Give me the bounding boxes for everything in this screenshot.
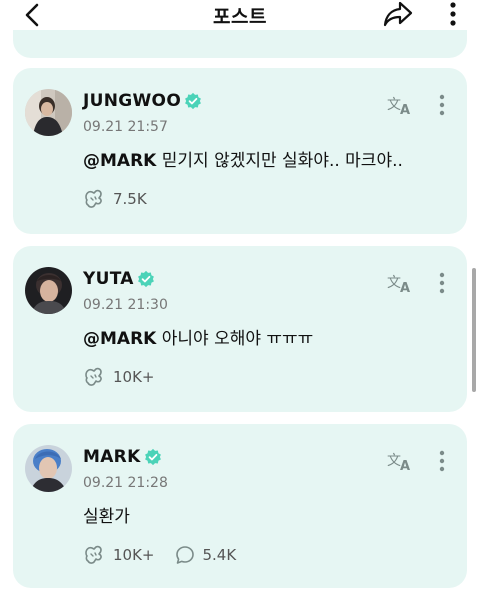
avatar[interactable] — [25, 267, 72, 314]
svg-text:A: A — [400, 459, 410, 472]
like-count: 7.5K — [113, 190, 147, 208]
like-icon — [85, 367, 102, 386]
post-card[interactable]: JUNGWOO 09.21 21:57 @MARK 믿기지 않겠지만 실화야..… — [13, 68, 467, 234]
like-icon — [85, 545, 102, 564]
verified-badge-icon — [185, 92, 201, 110]
avatar[interactable] — [25, 89, 72, 136]
post-stats: 10K+ — [83, 366, 175, 388]
post-time: 09.21 21:57 — [83, 119, 168, 135]
post-time: 09.21 21:28 — [83, 475, 168, 491]
more-vertical-icon[interactable] — [444, 0, 462, 28]
post-text: @MARK 믿기지 않겠지만 실화야.. 마크야.. — [83, 146, 403, 171]
scrollbar[interactable] — [472, 268, 476, 392]
post-card[interactable]: MARK 09.21 21:28 실환가 文 A 10K+ 5.4K — [13, 424, 467, 588]
verified-badge-icon — [137, 270, 154, 288]
post-body: 믿기지 않겠지만 실화야.. 마크야.. — [156, 151, 403, 171]
post-text: @MARK 아니야 오해야 ㅠㅠㅠ — [83, 324, 313, 349]
author-name[interactable]: YUTA — [83, 269, 134, 289]
verified-badge-icon — [144, 448, 161, 466]
svg-text:A: A — [400, 103, 410, 116]
like-count: 10K+ — [113, 368, 155, 386]
share-icon[interactable] — [382, 0, 414, 28]
post-time: 09.21 21:30 — [83, 297, 168, 313]
mention-link[interactable]: @MARK — [83, 151, 156, 171]
post-stats: 7.5K — [83, 188, 167, 210]
post-stats: 10K+ 5.4K — [83, 544, 256, 566]
comment-icon — [175, 546, 194, 564]
like-icon — [85, 189, 102, 208]
like-button[interactable]: 10K+ — [83, 366, 155, 388]
post-feed[interactable]: JUNGWOO 09.21 21:57 @MARK 믿기지 않겠지만 실화야..… — [0, 0, 480, 589]
author-name[interactable]: JUNGWOO — [83, 91, 181, 111]
svg-text:A: A — [400, 281, 410, 294]
svg-text:文: 文 — [387, 453, 401, 469]
translate-icon[interactable]: 文 A — [387, 450, 415, 472]
author-name[interactable]: MARK — [83, 447, 141, 467]
more-vertical-icon[interactable] — [437, 94, 447, 116]
more-vertical-icon[interactable] — [437, 450, 447, 472]
post-body: 실환가 — [83, 507, 130, 527]
translate-icon[interactable]: 文 A — [387, 272, 415, 294]
avatar[interactable] — [25, 445, 72, 492]
translate-icon[interactable]: 文 A — [387, 94, 415, 116]
comment-count: 5.4K — [202, 546, 237, 564]
post-body: 아니야 오해야 ㅠㅠㅠ — [156, 329, 314, 349]
svg-text:文: 文 — [387, 275, 401, 291]
mention-link[interactable]: @MARK — [83, 329, 156, 349]
like-count: 10K+ — [113, 546, 155, 564]
post-text: 실환가 — [83, 502, 130, 527]
post-card[interactable]: YUTA 09.21 21:30 @MARK 아니야 오해야 ㅠㅠㅠ 文 A 1… — [13, 246, 467, 412]
more-vertical-icon[interactable] — [437, 272, 447, 294]
comment-button[interactable]: 5.4K — [175, 545, 237, 565]
top-app-bar: 포스트 — [0, 0, 480, 30]
like-button[interactable]: 10K+ — [83, 544, 155, 566]
like-button[interactable]: 7.5K — [83, 188, 147, 210]
svg-text:文: 文 — [387, 97, 401, 113]
